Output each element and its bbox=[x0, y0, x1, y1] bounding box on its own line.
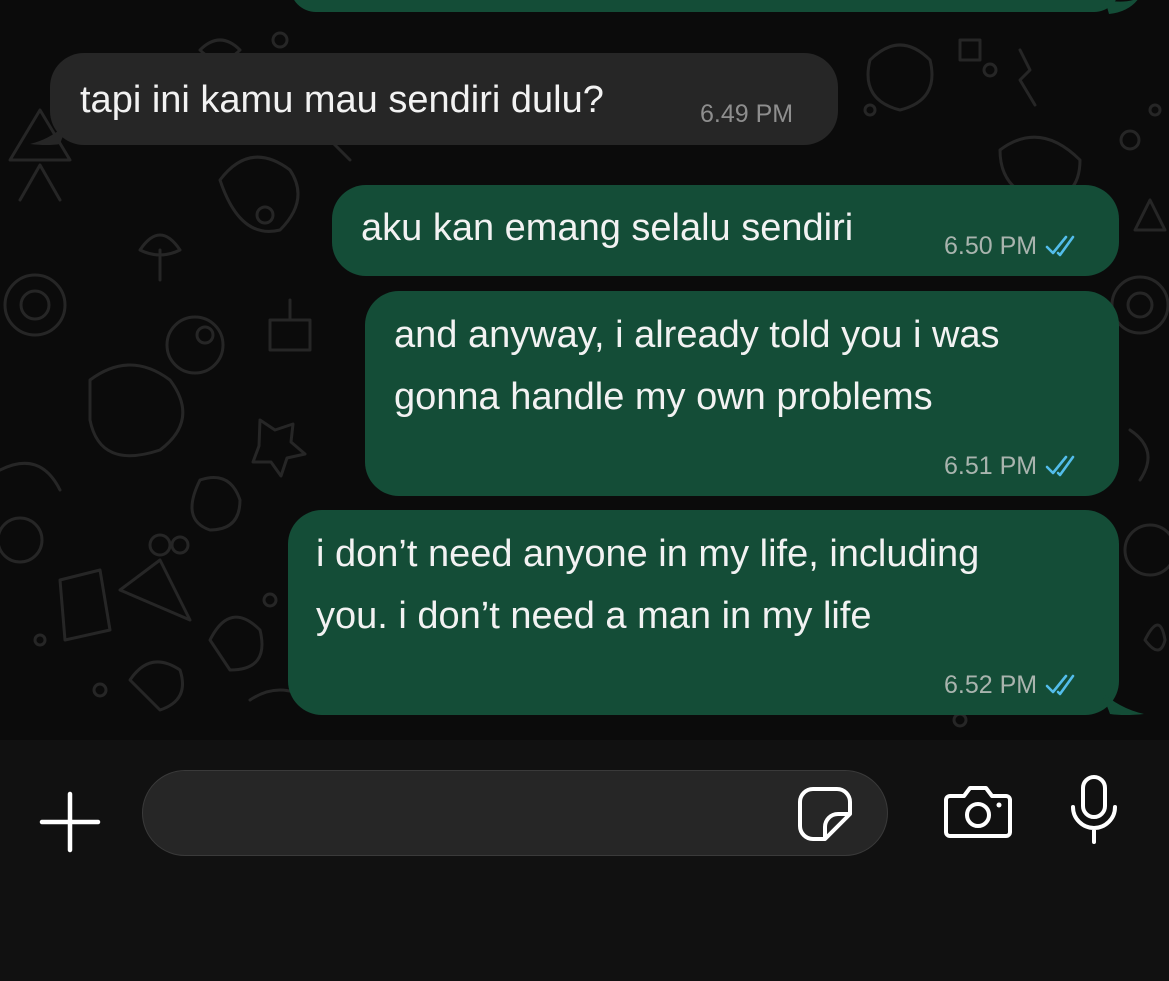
message-bubble-outgoing[interactable]: aku kan emang selalu sendiri 6.50 PM bbox=[332, 185, 1119, 276]
message-time: 6.51 PM bbox=[944, 452, 1038, 480]
message-input[interactable] bbox=[173, 771, 777, 857]
message-bubble-outgoing[interactable]: and anyway, i already told you i was gon… bbox=[365, 291, 1119, 496]
message-time: 6.50 PM bbox=[944, 232, 1038, 260]
message-time: 6.49 PM bbox=[700, 100, 794, 128]
message-bubble-outgoing[interactable]: i don’t need anyone in my life, includin… bbox=[288, 510, 1119, 715]
sticker-button[interactable] bbox=[797, 786, 853, 842]
message-composer bbox=[0, 740, 1169, 981]
microphone-button[interactable] bbox=[1066, 773, 1122, 845]
incoming-bubble-tail bbox=[30, 120, 70, 145]
chat-area[interactable]: tapi ini kamu mau sendiri dulu? 6.49 PM … bbox=[0, 0, 1169, 740]
message-meta: 6.50 PM bbox=[944, 231, 1079, 261]
double-check-icon bbox=[1045, 455, 1075, 477]
message-text: tapi ini kamu mau sendiri dulu? bbox=[80, 79, 604, 121]
message-text-line: and anyway, i already told you i was bbox=[394, 314, 1000, 356]
double-check-icon bbox=[1045, 235, 1075, 257]
message-meta: 6.52 PM bbox=[944, 670, 1079, 700]
camera-icon bbox=[944, 786, 1012, 838]
message-text-line: i don’t need anyone in my life, includin… bbox=[316, 533, 980, 575]
outgoing-bubble-tail bbox=[1100, 690, 1144, 715]
sticker-icon bbox=[798, 787, 852, 841]
previous-message-bubble-edge bbox=[290, 0, 1120, 12]
message-input-box[interactable] bbox=[142, 770, 888, 857]
message-text-line: you. i don’t need a man in my life bbox=[316, 595, 872, 637]
message-bubble-incoming[interactable]: tapi ini kamu mau sendiri dulu? 6.49 PM bbox=[50, 53, 838, 145]
attach-button[interactable] bbox=[38, 790, 102, 854]
microphone-icon bbox=[1071, 775, 1117, 844]
message-meta: 6.51 PM bbox=[944, 451, 1079, 481]
camera-button[interactable] bbox=[942, 784, 1014, 840]
message-text: aku kan emang selalu sendiri bbox=[361, 207, 854, 249]
message-time: 6.52 PM bbox=[944, 671, 1038, 699]
message-text-line: gonna handle my own problems bbox=[394, 376, 933, 418]
double-check-icon bbox=[1045, 674, 1075, 696]
previous-bubble-tail bbox=[1105, 0, 1138, 14]
plus-icon bbox=[39, 791, 101, 853]
